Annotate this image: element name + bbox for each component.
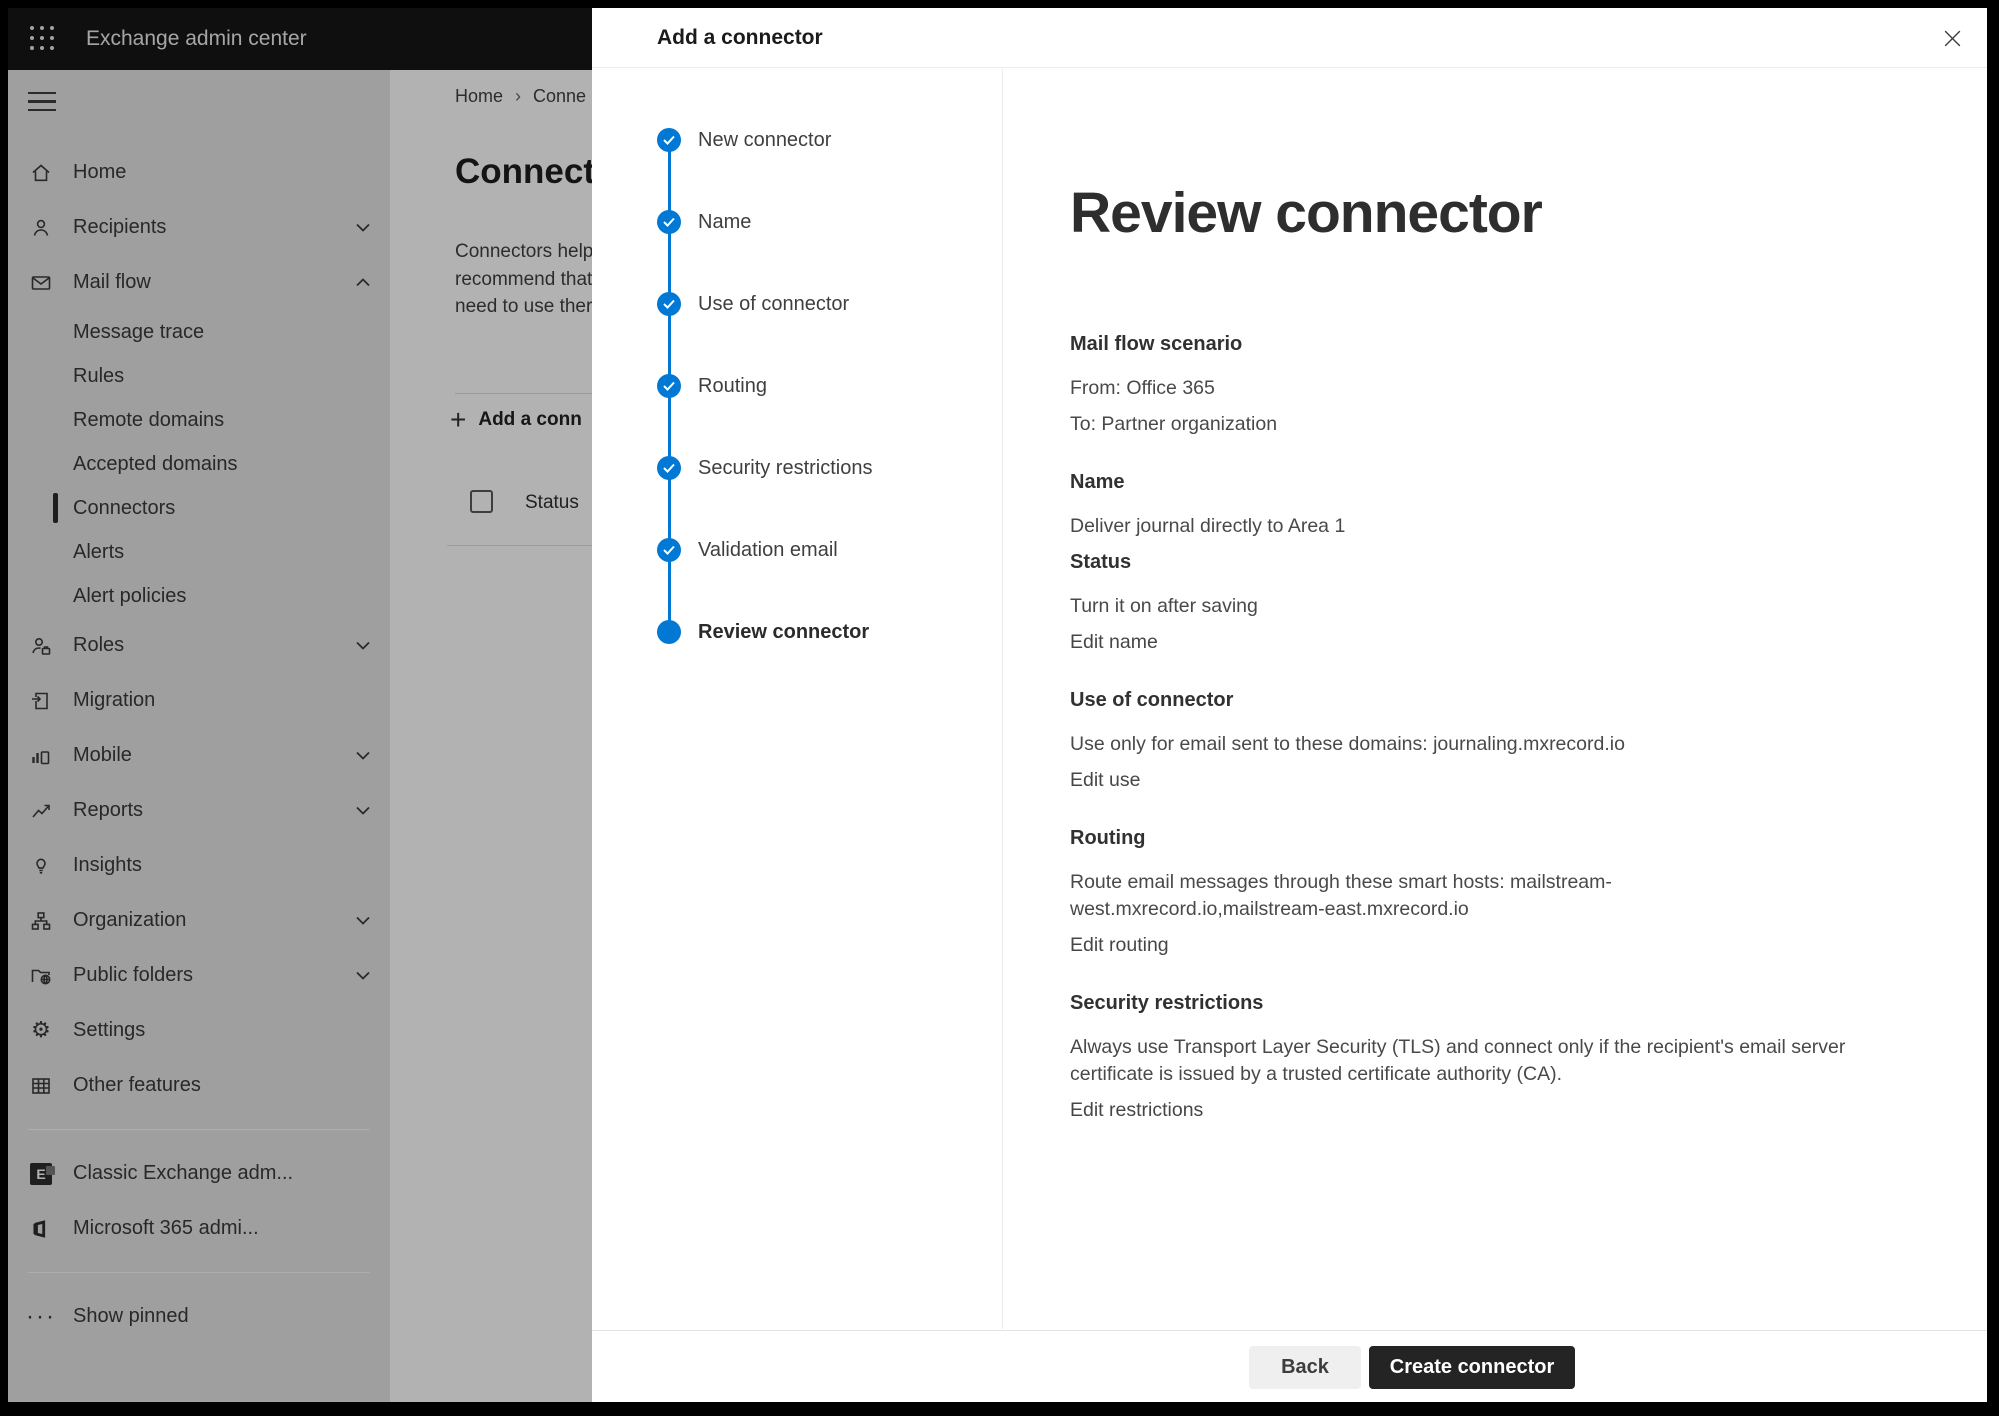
step-security-restrictions[interactable]: Security restrictions [657,456,873,480]
add-connector-wizard: Add a connector New connector Name [592,8,1987,1402]
section-heading: Name [1070,469,1897,496]
step-completed-check-icon [657,210,681,234]
edit-restrictions-link[interactable]: Edit restrictions [1070,1097,1850,1124]
review-pane: Review connector Mail flow scenario From… [1003,69,1987,1329]
step-current-dot-icon [657,620,681,644]
edit-name-link[interactable]: Edit name [1070,629,1850,656]
connector-name-value: Deliver journal directly to Area 1 [1070,513,1850,540]
use-value: Use only for email sent to these domains… [1070,731,1850,758]
section-heading: Mail flow scenario [1070,331,1897,358]
step-completed-check-icon [657,456,681,480]
step-completed-check-icon [657,128,681,152]
section-heading: Routing [1070,825,1897,852]
mail-flow-to: To: Partner organization [1070,411,1850,438]
status-subheading: Status [1070,549,1897,576]
exchange-admin-page: Exchange admin center Home Recipients Ma… [8,8,1987,1402]
step-validation-email[interactable]: Validation email [657,538,838,562]
step-routing[interactable]: Routing [657,374,767,398]
edit-routing-link[interactable]: Edit routing [1070,932,1850,959]
wizard-header: Add a connector [592,8,1987,68]
use-of-connector-section: Use of connector Use only for email sent… [1070,687,1897,794]
section-heading: Use of connector [1070,687,1897,714]
close-icon[interactable] [1939,25,1965,51]
back-button[interactable]: Back [1249,1346,1361,1389]
security-restrictions-section: Security restrictions Always use Transpo… [1070,990,1897,1124]
name-section: Name Deliver journal directly to Area 1 … [1070,469,1897,656]
step-review-connector[interactable]: Review connector [657,620,869,644]
step-name[interactable]: Name [657,210,751,234]
routing-value: Route email messages through these smart… [1070,869,1850,923]
step-completed-check-icon [657,292,681,316]
wizard-title: Add a connector [657,26,823,50]
step-new-connector[interactable]: New connector [657,128,831,152]
security-value: Always use Transport Layer Security (TLS… [1070,1034,1850,1088]
review-heading: Review connector [1070,181,1897,245]
step-use-of-connector[interactable]: Use of connector [657,292,849,316]
step-completed-check-icon [657,538,681,562]
mail-flow-scenario-section: Mail flow scenario From: Office 365 To: … [1070,331,1897,438]
mail-flow-from: From: Office 365 [1070,375,1850,402]
status-value: Turn it on after saving [1070,593,1850,620]
wizard-stepper: New connector Name Use of connector Rout… [592,69,1003,1329]
section-heading: Security restrictions [1070,990,1897,1017]
step-completed-check-icon [657,374,681,398]
edit-use-link[interactable]: Edit use [1070,767,1850,794]
wizard-footer: Back Create connector [592,1330,1987,1402]
create-connector-button[interactable]: Create connector [1369,1346,1575,1389]
routing-section: Routing Route email messages through the… [1070,825,1897,959]
wizard-body: New connector Name Use of connector Rout… [592,69,1987,1329]
